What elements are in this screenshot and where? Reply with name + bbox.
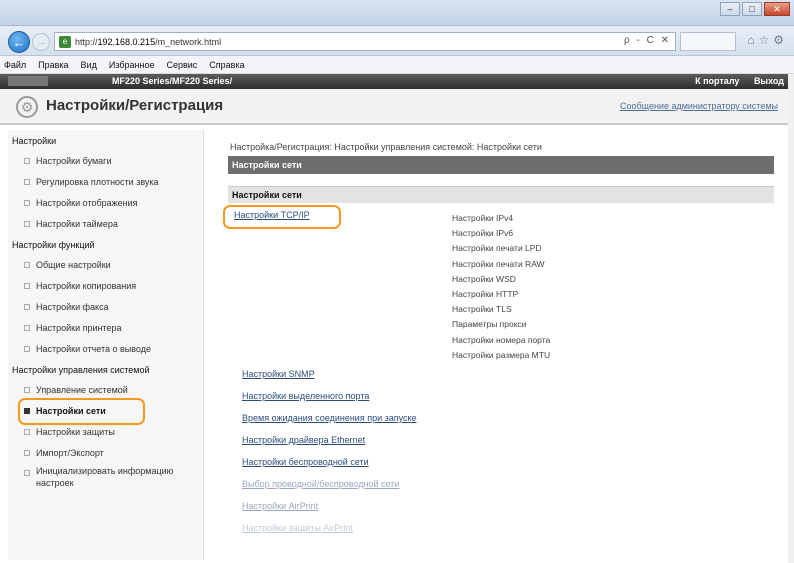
device-header: MF220 Series/MF220 Series/ К порталу Вых… xyxy=(0,74,794,89)
sidebar-section-title: Настройки функций xyxy=(12,240,95,250)
sidebar: Настройки Настройки бумаги Регулировка п… xyxy=(8,130,204,560)
bullet-icon xyxy=(24,345,30,352)
sidebar-item-fax[interactable]: Настройки факса xyxy=(8,296,203,317)
portal-link[interactable]: К порталу xyxy=(695,76,739,86)
sidebar-item-system-management[interactable]: Управление системой xyxy=(8,379,203,400)
list-item: Настройки номера порта xyxy=(452,334,551,345)
main-content: Настройка/Регистрация: Настройки управле… xyxy=(223,130,774,560)
bullet-icon xyxy=(24,178,30,185)
sidebar-item-display[interactable]: Настройки отображения xyxy=(8,192,203,213)
arrow-left-icon: ← xyxy=(12,34,26,50)
startup-wait-time-link[interactable]: Время ожидания соединения при запуске xyxy=(242,413,417,435)
menu-tools[interactable]: Сервис xyxy=(166,60,197,70)
close-button[interactable]: ✕ xyxy=(764,2,790,16)
window-titlebar: – □ ✕ xyxy=(0,0,794,26)
minimize-button[interactable]: – xyxy=(720,2,740,16)
address-bar[interactable]: e http://192.168.0.215/m_network.html ρ … xyxy=(54,32,676,51)
address-tools[interactable]: ρ - C ✕ xyxy=(624,35,671,46)
menu-favorites[interactable]: Избранное xyxy=(109,60,155,70)
bullet-icon xyxy=(24,261,30,268)
site-icon: e xyxy=(59,35,71,48)
sidebar-item-timer[interactable]: Настройки таймера xyxy=(8,213,203,234)
bullet-icon xyxy=(24,428,30,435)
menu-bar: Файл Правка Вид Избранное Сервис Справка xyxy=(0,56,794,74)
list-item: Настройки WSD xyxy=(452,273,516,284)
sidebar-section-title: Настройки управления системой xyxy=(12,365,150,375)
list-item: Настройки IPv4 xyxy=(452,213,514,223)
ethernet-driver-link[interactable]: Настройки драйвера Ethernet xyxy=(242,435,417,457)
arrow-right-icon: → xyxy=(36,36,46,48)
device-model: MF220 Series/MF220 Series/ xyxy=(112,76,233,86)
list-item: Настройки размера MTU xyxy=(452,349,551,360)
list-item: Параметры прокси xyxy=(452,319,527,330)
forward-button[interactable]: → xyxy=(32,33,50,51)
bullet-icon xyxy=(24,282,30,289)
settings-gear-icon: ⚙ xyxy=(16,96,38,118)
bullet-icon xyxy=(24,386,30,393)
sidebar-item-import-export[interactable]: Импорт/Экспорт xyxy=(8,442,203,463)
window-controls: – □ ✕ xyxy=(718,2,790,16)
snmp-settings-link[interactable]: Настройки SNMP xyxy=(242,369,417,391)
bullet-icon xyxy=(24,324,30,331)
wireless-settings-link[interactable]: Настройки беспроводной сети xyxy=(242,457,417,479)
sidebar-item-initialize[interactable]: Инициализировать информацию настроек xyxy=(8,463,203,491)
menu-view[interactable]: Вид xyxy=(81,60,97,70)
sidebar-item-paper[interactable]: Настройки бумаги xyxy=(8,150,203,171)
page-title: Настройки/Регистрация xyxy=(46,97,224,114)
sidebar-item-volume[interactable]: Регулировка плотности звука xyxy=(8,171,203,192)
section-heading: Настройки сети xyxy=(228,186,774,203)
browser-toolbar-icons: ⌂☆⚙ xyxy=(747,33,788,47)
bullet-icon xyxy=(24,470,30,476)
maximize-button[interactable]: □ xyxy=(742,2,762,16)
sidebar-item-printer[interactable]: Настройки принтера xyxy=(8,317,203,338)
airprint-settings-link[interactable]: Настройки AirPrint xyxy=(242,501,417,523)
star-icon[interactable]: ☆ xyxy=(758,33,773,47)
highlight-network-item xyxy=(18,398,145,425)
list-item: Настройки HTTP xyxy=(452,288,519,299)
scrollbar[interactable] xyxy=(788,74,794,563)
bullet-icon xyxy=(24,220,30,227)
dedicated-port-link[interactable]: Настройки выделенного порта xyxy=(242,391,417,413)
sidebar-section-title: Настройки xyxy=(12,136,57,146)
airprint-security-link[interactable]: Настройки защиты AirPrint xyxy=(242,523,417,545)
content-title-bar: Настройки сети xyxy=(228,156,774,174)
breadcrumb: Настройка/Регистрация: Настройки управле… xyxy=(230,142,542,152)
admin-message-link[interactable]: Сообщение администратору системы xyxy=(620,101,778,111)
sidebar-item-copy[interactable]: Настройки копирования xyxy=(8,275,203,296)
network-links: Настройки SNMP Настройки выделенного пор… xyxy=(242,369,417,545)
bullet-icon xyxy=(24,157,30,164)
wired-wireless-select-link[interactable]: Выбор проводной/беспроводной сети xyxy=(242,479,417,501)
list-item: Настройки TLS xyxy=(452,304,512,315)
logout-link[interactable]: Выход xyxy=(754,76,784,86)
menu-help[interactable]: Справка xyxy=(209,60,244,70)
tcpip-sublist: Настройки IPv4 Настройки IPv6 Настройки … xyxy=(452,213,550,365)
back-button[interactable]: ← xyxy=(8,31,30,53)
url-text: http://192.168.0.215/m_network.html xyxy=(75,36,222,47)
menu-file[interactable]: Файл xyxy=(4,60,26,70)
page-header: ⚙ Настройки/Регистрация Сообщение админи… xyxy=(0,89,794,125)
list-item: Настройки IPv6 xyxy=(452,228,514,239)
bullet-icon xyxy=(24,449,30,456)
sidebar-item-common[interactable]: Общие настройки xyxy=(8,254,203,275)
menu-edit[interactable]: Правка xyxy=(38,60,68,70)
bullet-icon xyxy=(24,199,30,206)
list-item: Настройки печати RAW xyxy=(452,258,545,269)
browser-navbar: ← → e http://192.168.0.215/m_network.htm… xyxy=(0,26,794,56)
highlight-tcpip-link xyxy=(223,205,341,229)
list-item: Настройки печати LPD xyxy=(452,243,542,254)
tab-button[interactable] xyxy=(680,32,736,51)
sidebar-item-output-report[interactable]: Настройки отчета о выводе xyxy=(8,338,203,359)
gear-icon[interactable]: ⚙ xyxy=(773,33,788,47)
home-icon[interactable]: ⌂ xyxy=(747,33,758,47)
device-name-tag xyxy=(8,76,48,86)
bullet-icon xyxy=(24,303,30,310)
device-links: К порталу Выход xyxy=(683,76,784,86)
